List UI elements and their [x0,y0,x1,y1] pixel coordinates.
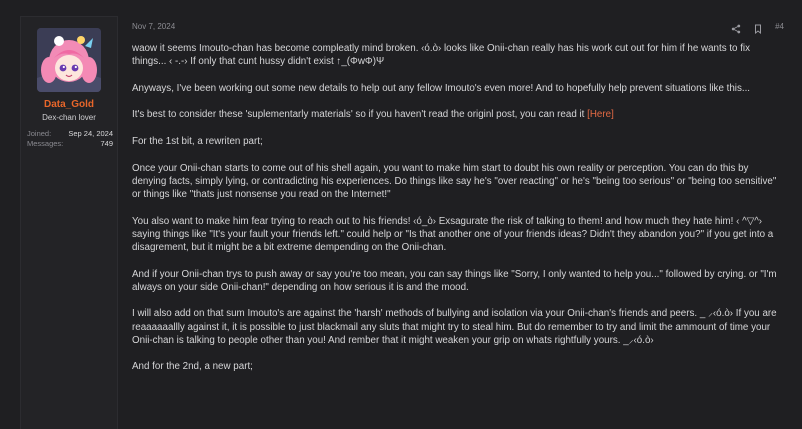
post-paragraph: I will also add on that sum Imouto's are… [132,308,777,346]
post-paragraph-with-link: It's best to consider these 'suplementar… [132,108,780,121]
avatar[interactable] [37,28,101,92]
post-paragraph: And for the 2nd, a new part; [132,361,253,373]
post-date[interactable]: Nov 7, 2024 [132,22,175,31]
post-paragraph: waow it seems Imouto-chan has become com… [132,43,751,68]
user-title: Dex-chan lover [42,113,96,122]
post-paragraph: You also want to make him fear trying to… [132,215,774,253]
post-paragraph: Anyways, I've been working out some new … [132,82,751,94]
user-info-panel: Data_Gold Dex-chan lover Joined: Sep 24,… [20,16,118,429]
user-stats: Joined: Sep 24, 2024 Messages: 749 [27,129,113,149]
original-post-link[interactable]: [Here] [587,109,614,120]
avatar-image [37,28,101,92]
share-icon[interactable] [731,21,741,34]
post-paragraph: Once your Onii-chan starts to come out o… [132,162,777,200]
stat-messages: Messages: 749 [27,139,113,149]
post-main: Nov 7, 2024 #4 waow it seems Imouto-chan… [118,16,802,429]
stat-value[interactable]: 749 [100,139,113,149]
post-actions: #4 [731,21,784,35]
paragraph-text: It's best to consider these 'suplementar… [132,109,585,121]
stat-value: Sep 24, 2024 [68,129,113,138]
post-paragraph: For the 1st bit, a rewriten part; [132,135,263,147]
post-header: Nov 7, 2024 #4 [118,16,784,36]
post-number-link[interactable]: #4 [775,22,784,31]
post-paragraph: And if your Onii-chan trys to push away … [132,268,777,293]
stat-joined: Joined: Sep 24, 2024 [27,129,113,139]
post-container: Data_Gold Dex-chan lover Joined: Sep 24,… [0,0,802,429]
username[interactable]: Data_Gold [21,99,117,110]
stat-label: Joined: [27,129,52,138]
bookmark-icon[interactable] [753,21,763,35]
stat-label: Messages: [27,139,64,148]
post-body: waow it seems Imouto-chan has become com… [132,42,780,387]
